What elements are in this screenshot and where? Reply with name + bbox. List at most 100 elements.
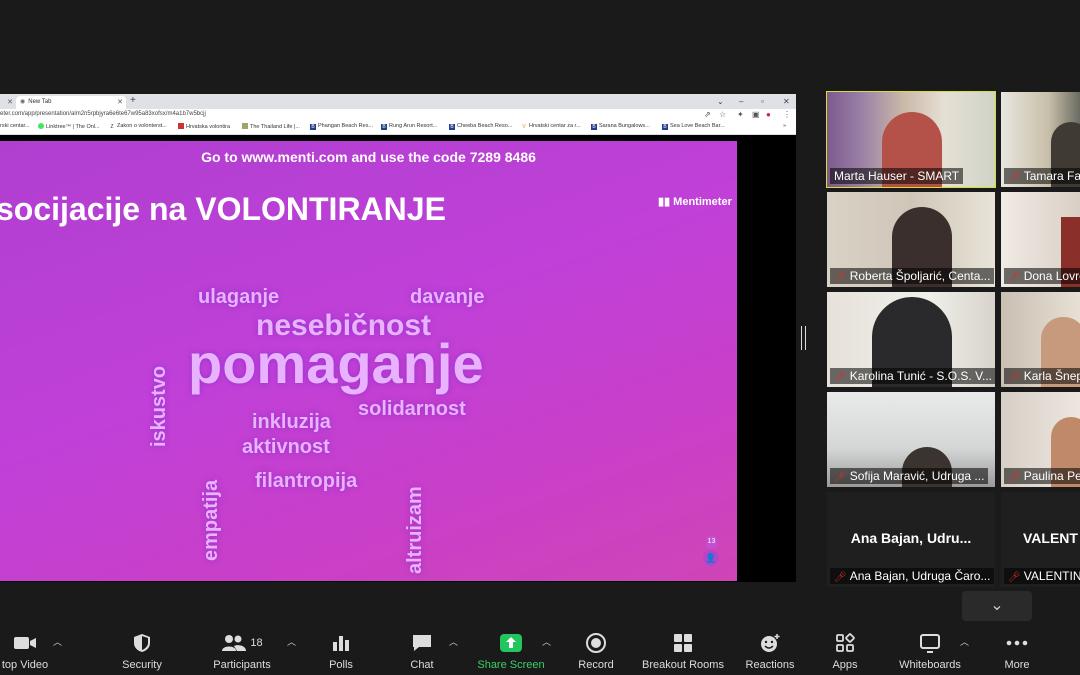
mentimeter-slide: Go to www.menti.com and use the code 728… [0, 141, 737, 581]
sidebar-icon[interactable]: ▣ [752, 110, 760, 119]
video-tile[interactable]: Marta Hauser - SMART [826, 91, 996, 188]
bookmark[interactable]: V Hrvatski centar za r... [521, 123, 580, 130]
share-icon[interactable]: ⇗ [704, 110, 711, 119]
bookmark[interactable]: B Cheeba Beach Reso... [449, 123, 512, 130]
bookmarks-bar: rski centar... Linktree™ | The Onl... ZZ… [0, 122, 796, 135]
bookmark[interactable]: The Thailand Life |... [242, 123, 300, 130]
video-tile[interactable]: 🎤︎ Roberta Špoljarić, Centa... [827, 192, 995, 287]
browser-tab[interactable]: ✕ [0, 96, 16, 109]
participants-options-caret-icon[interactable]: ︿ [287, 635, 296, 648]
video-tile[interactable]: Ana Bajan, Udru... 🎤︎ Ana Bajan, Udruga Č… [827, 492, 995, 587]
muted-mic-icon: 🎤︎ [1008, 272, 1021, 283]
participant-name: Marta Hauser - SMART [830, 168, 964, 184]
video-tile[interactable]: 🎤︎ Dona Lovre [1001, 192, 1080, 287]
video-tile[interactable]: 🎤︎ Paulina Per [1001, 392, 1080, 487]
polls-icon [318, 633, 364, 653]
bookmark[interactable]: B Rung Arun Resort... [381, 123, 437, 130]
video-tile[interactable]: VALENT 🎤︎VALENTINA [1001, 492, 1080, 587]
v-icon: V [522, 124, 526, 130]
word-cloud-word: filantropija [255, 470, 358, 492]
security-button[interactable]: Security [112, 625, 172, 675]
gallery-scroll-down-button[interactable]: ⌄ [962, 591, 1032, 621]
window-close-icon[interactable]: ✕ [783, 94, 790, 109]
share-screen-icon [474, 633, 548, 653]
participant-display-name: VALENT [1023, 530, 1078, 546]
participants-button[interactable]: 18 Participants [206, 625, 278, 675]
stop-video-button[interactable]: top Video [0, 625, 60, 675]
bookmark[interactable]: B Sarana Bungalows... [591, 123, 650, 130]
profile-avatar-icon[interactable]: ● [766, 110, 771, 119]
mentimeter-logo: ▮▮ Mentimeter [658, 196, 732, 208]
booking-icon: B [449, 124, 455, 130]
share-screen-button[interactable]: Share Screen [474, 625, 548, 675]
response-counter: 13 [706, 536, 717, 548]
video-tile[interactable]: 🎤︎ Karolina Tunić - S.O.S. V... [827, 292, 995, 387]
z-icon: Z [110, 124, 114, 130]
video-options-caret-icon[interactable]: ︿ [53, 635, 62, 648]
address-bar[interactable]: eter.com/app/presentation/alm2n5rpbjyra6… [0, 109, 796, 122]
chat-bubble-icon [398, 633, 446, 653]
whiteboard-icon [894, 633, 966, 653]
chevron-down-icon: ⌄ [990, 597, 1004, 614]
apps-button[interactable]: Apps [824, 625, 866, 675]
mentimeter-icon: ▮▮ [658, 196, 674, 208]
video-tile[interactable]: 🎤︎ Karla Šnep [1001, 292, 1080, 387]
minimize-icon[interactable]: – [739, 94, 743, 109]
chat-options-caret-icon[interactable]: ︿ [449, 635, 458, 648]
word-cloud-word: ulaganje [198, 286, 280, 308]
word-cloud-word: iskustvo [148, 365, 170, 447]
hv-icon [178, 123, 184, 129]
bookmark[interactable]: Z Zakon o volonterst... [109, 123, 166, 130]
resize-handle[interactable] [801, 326, 806, 350]
word-cloud-word: solidarnost [358, 398, 466, 420]
maximize-icon[interactable]: ▫ [761, 94, 764, 109]
participant-name: 🎤︎ Dona Lovre [1004, 268, 1080, 284]
word-cloud-word: pomaganje [188, 332, 484, 395]
reactions-button[interactable]: Reactions [740, 625, 800, 675]
bookmark[interactable]: Linktree™ | The Onl... [38, 123, 100, 130]
bookmark[interactable]: B Sea Love Beach Bar... [662, 123, 725, 130]
share-options-caret-icon[interactable]: ︿ [542, 635, 551, 648]
join-instructions: Go to www.menti.com and use the code 728… [201, 149, 536, 165]
star-icon[interactable]: ☆ [719, 110, 726, 119]
globe-icon: ◉ [20, 99, 26, 105]
participants-count: 18 [250, 637, 263, 649]
close-tab-icon[interactable]: ✕ [117, 96, 123, 109]
video-tile[interactable]: 🎤︎ Sofija Maravić, Udruga ... [827, 392, 995, 487]
bookmark[interactable]: B Phangan Beach Res... [310, 123, 373, 130]
more-bookmarks-icon[interactable]: » [783, 123, 786, 129]
muted-mic-icon: 🎤︎ [1008, 172, 1021, 183]
participant-name: 🎤︎ Paulina Per [1004, 468, 1080, 484]
smiley-add-icon [740, 633, 800, 653]
whiteboards-button[interactable]: Whiteboards [894, 625, 966, 675]
word-cloud-word: inkluzija [252, 411, 331, 433]
url-text[interactable]: eter.com/app/presentation/alm2n5rpbjyra6… [0, 111, 206, 117]
record-icon [570, 633, 622, 653]
participant-name: 🎤︎ Tamara Fal [1004, 168, 1080, 184]
whiteboards-options-caret-icon[interactable]: ︿ [960, 635, 969, 648]
bookmark[interactable]: Hrvatska volontira [178, 123, 230, 130]
record-button[interactable]: Record [570, 625, 622, 675]
video-tile[interactable]: 🎤︎ Tamara Fal [1001, 92, 1080, 187]
shield-icon [112, 633, 172, 653]
booking-icon: B [381, 124, 387, 130]
extensions-icon[interactable]: ✦ [737, 110, 744, 119]
browser-tab-new-tab[interactable]: ◉ New Tab ✕ [16, 96, 126, 109]
word-cloud-word: altruizam [404, 486, 426, 574]
menu-dots-icon[interactable]: ⋮ [783, 110, 791, 119]
close-tab-icon[interactable]: ✕ [7, 96, 13, 109]
participant-name: 🎤︎ Karolina Tunić - S.O.S. V... [830, 368, 995, 384]
word-cloud-word: davanje [410, 286, 485, 308]
tab-search-icon[interactable]: ⌄ [717, 94, 724, 109]
breakout-rooms-button[interactable]: Breakout Rooms [640, 625, 726, 675]
more-button[interactable]: More [996, 625, 1038, 675]
bookmark[interactable]: rski centar... [0, 123, 30, 129]
polls-button[interactable]: Polls [318, 625, 364, 675]
video-camera-icon [0, 633, 60, 653]
participant-name: 🎤︎ Karla Šnep [1004, 368, 1080, 384]
booking-icon: B [310, 124, 316, 130]
new-tab-button[interactable]: + [130, 95, 136, 106]
chat-button[interactable]: Chat [398, 625, 446, 675]
linktree-icon [38, 123, 44, 129]
tab-label: New Tab [28, 99, 52, 105]
